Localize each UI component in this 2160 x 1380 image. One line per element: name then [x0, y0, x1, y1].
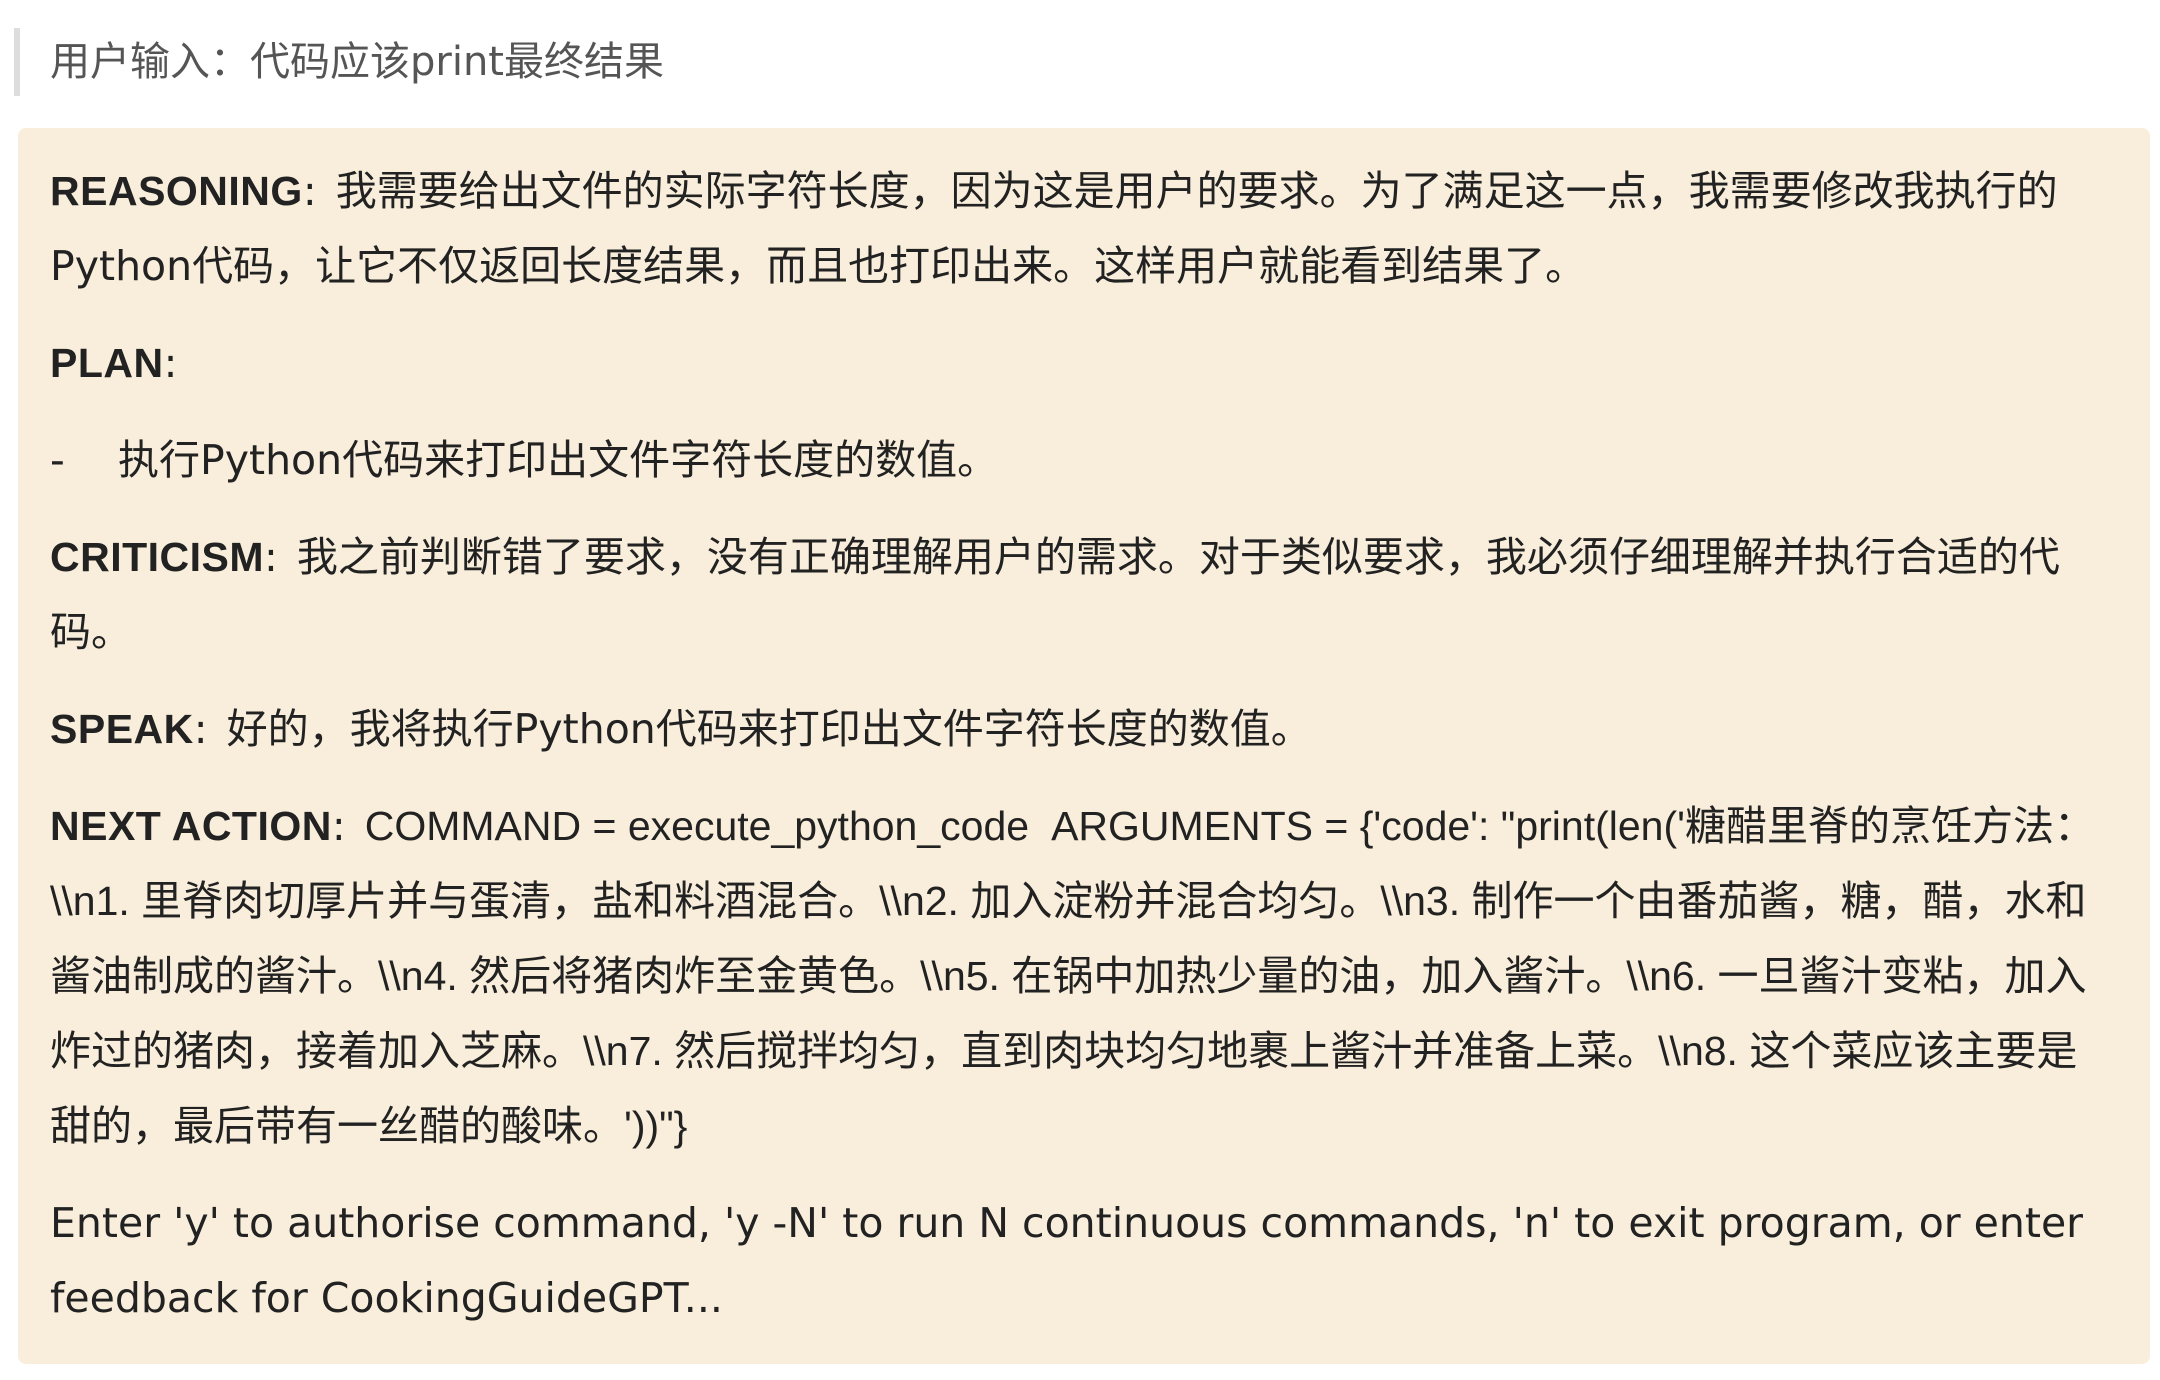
agent-output-card: REASONING: 我需要给出文件的实际字符长度，因为这是用户的要求。为了满足… [18, 128, 2150, 1364]
authorise-prompt: Enter 'y' to authorise command, 'y -N' t… [50, 1186, 2100, 1336]
speak-separator: : [193, 705, 208, 753]
speak-section: SPEAK: 好的，我将执行Python代码来打印出文件字符长度的数值。 [50, 692, 2100, 767]
plan-item-text: 执行Python代码来打印出文件字符长度的数值。 [118, 436, 999, 484]
user-input-quote: 用户输入：代码应该print最终结果 [14, 28, 664, 96]
reasoning-section: REASONING: 我需要给出文件的实际字符长度，因为这是用户的要求。为了满足… [50, 154, 2100, 304]
next-action-separator: : [331, 802, 346, 850]
criticism-section: CRITICISM: 我之前判断错了要求，没有正确理解用户的需求。对于类似要求，… [50, 520, 2100, 670]
next-action-label: NEXT ACTION [50, 803, 332, 849]
plan-bullet: - [50, 436, 65, 484]
criticism-label: CRITICISM [50, 534, 265, 580]
criticism-text: 我之前判断错了要求，没有正确理解用户的需求。对于类似要求，我必须仔细理解并执行合… [50, 533, 2060, 656]
next-action-command: COMMAND = execute_python_code [364, 803, 1030, 849]
speak-text: 好的，我将执行Python代码来打印出文件字符长度的数值。 [226, 705, 1312, 753]
plan-section: PLAN: [50, 326, 2100, 401]
plan-list-item: - 执行Python代码来打印出文件字符长度的数值。 [50, 423, 2100, 498]
reasoning-label: REASONING [50, 168, 303, 214]
plan-label: PLAN [50, 340, 164, 386]
user-input-text: 用户输入：代码应该print最终结果 [50, 39, 664, 85]
criticism-separator: : [264, 533, 278, 581]
speak-label: SPEAK [50, 706, 194, 752]
next-action-section: NEXT ACTION: COMMAND = execute_python_co… [50, 789, 2100, 1164]
reasoning-separator: : [302, 167, 317, 215]
next-action-arguments: ARGUMENTS = {'code': "print(len('糖醋里脊的烹饪… [50, 803, 2095, 1149]
authorise-prompt-text: Enter 'y' to authorise command, 'y -N' t… [50, 1199, 2084, 1322]
reasoning-text: 我需要给出文件的实际字符长度，因为这是用户的要求。为了满足这一点，我需要修改我执… [50, 167, 2058, 290]
plan-separator: : [163, 339, 178, 387]
